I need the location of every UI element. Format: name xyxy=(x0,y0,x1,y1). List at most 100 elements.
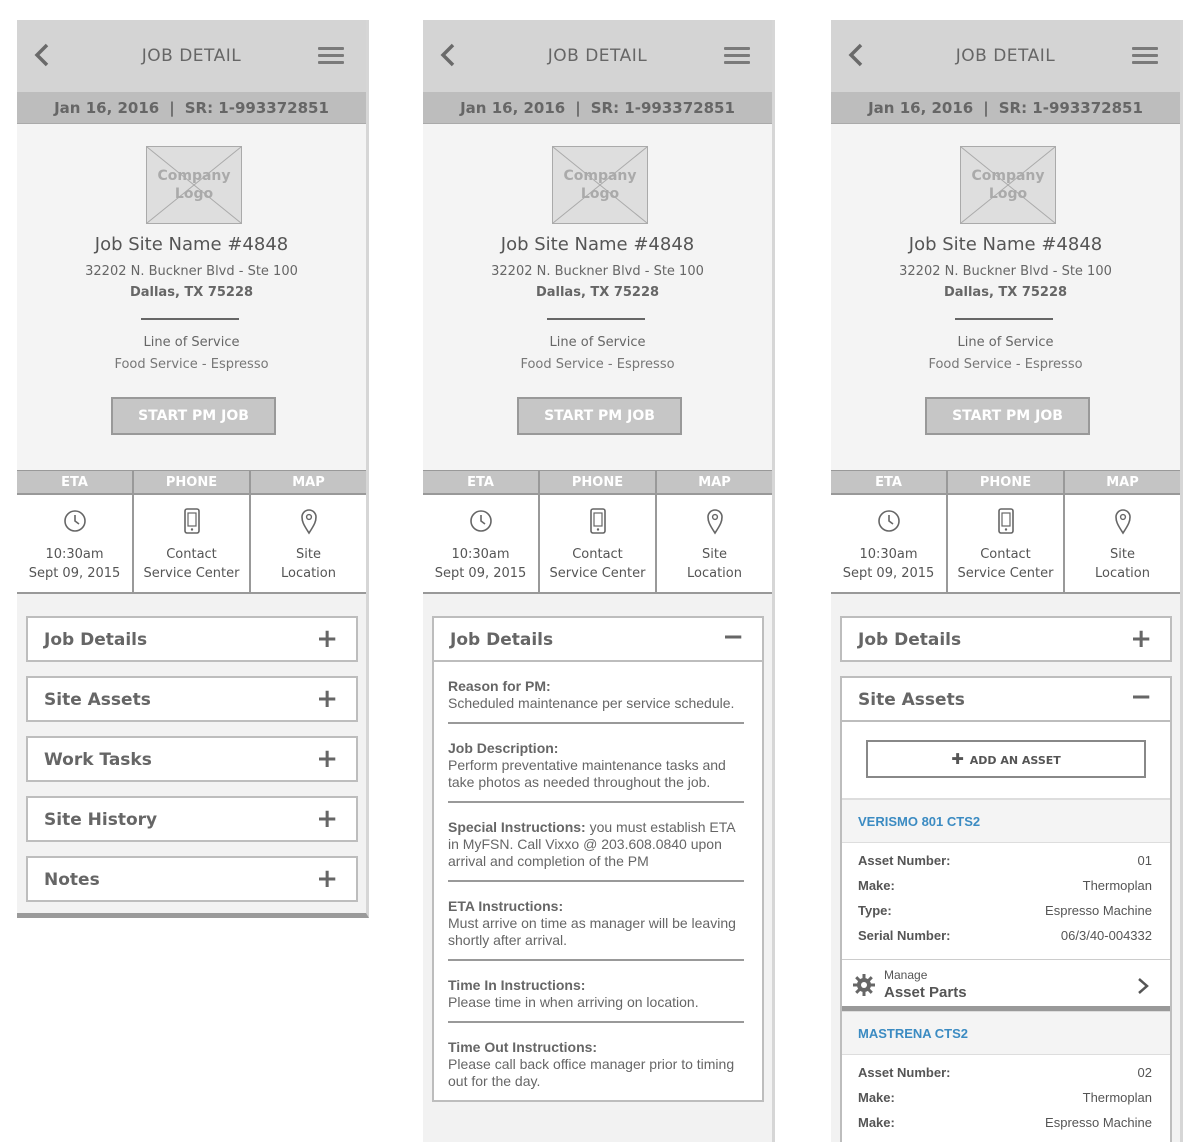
add-asset-label: ADD AN ASSET xyxy=(969,754,1061,767)
accordion-site-history[interactable]: Site History + xyxy=(26,796,358,842)
phone-tile[interactable]: PHONE Contact Service Center xyxy=(540,471,657,592)
separator: | xyxy=(983,99,989,117)
sr-number: SR: 1-993372851 xyxy=(590,99,735,117)
expand-plus-icon[interactable]: + xyxy=(316,684,338,714)
map-pin-icon xyxy=(706,509,723,535)
accordion-work-tasks[interactable]: Work Tasks + xyxy=(26,736,358,782)
start-pm-job-button[interactable]: START PM JOB xyxy=(925,397,1090,435)
asset-key: Asset Number: xyxy=(858,1065,951,1080)
accordion-site-assets[interactable]: Site Assets + xyxy=(26,676,358,722)
eta-date: Sept 09, 2015 xyxy=(842,566,935,581)
line-of-service-value: Food Service - Espresso xyxy=(114,357,269,372)
logo-text-line2: Logo xyxy=(580,186,620,202)
logo-text-line1: Company xyxy=(971,168,1045,184)
phone-label-line1: Contact xyxy=(572,547,623,562)
accordion-site-assets[interactable]: Site Assets − xyxy=(842,678,1170,722)
accordion-job-details[interactable]: Job Details + xyxy=(840,616,1172,662)
phone-tile[interactable]: PHONE Contact Service Center xyxy=(134,471,251,592)
expand-plus-icon[interactable]: + xyxy=(1130,624,1152,654)
asset-parts-label: Asset Parts xyxy=(884,984,967,1001)
collapse-minus-icon[interactable]: − xyxy=(722,622,744,652)
map-label-line1: Site xyxy=(1110,547,1135,562)
start-pm-job-button[interactable]: START PM JOB xyxy=(517,397,682,435)
quick-actions: ETA 10:30am Sept 09, 2015 PHONE Contact … xyxy=(423,470,772,594)
phone-tile[interactable]: PHONE Contact Service Center xyxy=(948,471,1065,592)
site-assets-panel: Site Assets − ✚ ADD AN ASSET VERISMO 801 … xyxy=(840,676,1172,1142)
site-address-line2: Dallas, TX 75228 xyxy=(129,285,254,300)
manage-asset-parts-button[interactable]: Manage Asset Parts xyxy=(842,959,1170,1011)
asset-name[interactable]: MASTRENA CTS2 xyxy=(842,1011,1170,1055)
map-label-line1: Site xyxy=(702,547,727,562)
job-date: Jan 16, 2016 xyxy=(868,99,974,117)
asset-row: Type: Espresso Machine xyxy=(858,903,1152,928)
phone-icon xyxy=(589,508,606,534)
top-bar: JOB DETAIL xyxy=(423,20,772,92)
service-request-bar: Jan 16, 2016 | SR: 1-993372851 xyxy=(423,92,772,124)
hamburger-menu-icon[interactable] xyxy=(1132,47,1158,65)
eta-header: ETA xyxy=(831,471,946,495)
eta-tile[interactable]: ETA 10:30am Sept 09, 2015 xyxy=(831,471,948,592)
start-pm-job-button[interactable]: START PM JOB xyxy=(111,397,276,435)
page-title: JOB DETAIL xyxy=(547,46,648,66)
section-body: Please call back office manager prior to… xyxy=(448,1056,735,1089)
detail-section: Time Out Instructions: Please call back … xyxy=(448,1023,744,1100)
accordion-list: Job Details + xyxy=(831,594,1180,662)
expand-plus-icon[interactable]: + xyxy=(316,744,338,774)
accordion-label: Work Tasks xyxy=(44,750,152,770)
plus-icon: ✚ xyxy=(951,750,964,768)
phone-label-line1: Contact xyxy=(166,547,217,562)
phone-label-line2: Service Center xyxy=(143,566,240,581)
asset-key: Serial Number: xyxy=(858,928,951,943)
eta-date: Sept 09, 2015 xyxy=(434,566,527,581)
asset-value: Thermoplan xyxy=(1082,878,1152,893)
quick-actions: ETA 10:30am Sept 09, 2015 PHONE Contact … xyxy=(17,470,366,594)
company-logo-placeholder: Company Logo xyxy=(146,146,242,224)
site-address-line1: 32202 N. Buckner Blvd - Ste 100 xyxy=(899,264,1112,279)
sr-number: SR: 1-993372851 xyxy=(998,99,1143,117)
detail-section: Job Description: Perform preventative ma… xyxy=(448,724,744,803)
hamburger-menu-icon[interactable] xyxy=(724,47,750,65)
logo-text-line1: Company xyxy=(563,168,637,184)
phone-header: PHONE xyxy=(540,471,655,495)
eta-tile[interactable]: ETA 10:30am Sept 09, 2015 xyxy=(423,471,540,592)
accordion-job-details[interactable]: Job Details + xyxy=(26,616,358,662)
clock-icon xyxy=(469,510,492,532)
screen-collapsed: JOB DETAIL Jan 16, 2016 | SR: 1-993372851 … xyxy=(17,20,369,918)
expand-plus-icon[interactable]: + xyxy=(316,864,338,894)
map-tile[interactable]: MAP Site Location xyxy=(251,471,366,592)
job-date: Jan 16, 2016 xyxy=(460,99,566,117)
accordion-label: Job Details xyxy=(450,630,554,650)
page-title: JOB DETAIL xyxy=(141,46,242,66)
add-asset-button[interactable]: ✚ ADD AN ASSET xyxy=(866,740,1146,778)
accordion-notes[interactable]: Notes + xyxy=(26,856,358,902)
map-tile[interactable]: MAP Site Location xyxy=(1065,471,1180,592)
phone-label-line2: Service Center xyxy=(957,566,1054,581)
site-name: Job Site Name #4848 xyxy=(500,234,695,255)
map-pin-icon xyxy=(1114,509,1131,535)
accordion-label: Site Assets xyxy=(858,690,965,710)
separator: | xyxy=(575,99,581,117)
eta-date: Sept 09, 2015 xyxy=(28,566,121,581)
asset-value: Thermoplan xyxy=(1082,1090,1152,1105)
phone-icon xyxy=(997,508,1014,534)
asset-name[interactable]: VERISMO 801 CTS2 xyxy=(842,799,1170,843)
map-tile[interactable]: MAP Site Location xyxy=(657,471,772,592)
site-address-line1: 32202 N. Buckner Blvd - Ste 100 xyxy=(85,264,298,279)
asset-row: Asset Number: 02 xyxy=(858,1065,1152,1090)
gear-icon xyxy=(853,974,875,996)
site-address-line2: Dallas, TX 75228 xyxy=(943,285,1068,300)
asset-row: Make: Espresso Machine xyxy=(858,1115,1152,1140)
eta-tile[interactable]: ETA 10:30am Sept 09, 2015 xyxy=(17,471,134,592)
asset-key: Type: xyxy=(858,903,892,918)
expand-plus-icon[interactable]: + xyxy=(316,624,338,654)
section-body: Scheduled maintenance per service schedu… xyxy=(448,695,735,711)
asset-value: 06/3/40-004332 xyxy=(1060,928,1152,943)
hamburger-menu-icon[interactable] xyxy=(318,47,344,65)
collapse-minus-icon[interactable]: − xyxy=(1130,682,1152,712)
expand-plus-icon[interactable]: + xyxy=(316,804,338,834)
accordion-list: Job Details + Site Assets + Work Tasks +… xyxy=(17,594,366,902)
accordion-job-details[interactable]: Job Details − xyxy=(434,618,762,662)
site-name: Job Site Name #4848 xyxy=(94,234,289,255)
screen-job-details-expanded: JOB DETAIL Jan 16, 2016 | SR: 1-993372851 … xyxy=(423,20,775,1142)
chevron-right-icon xyxy=(1138,978,1149,994)
